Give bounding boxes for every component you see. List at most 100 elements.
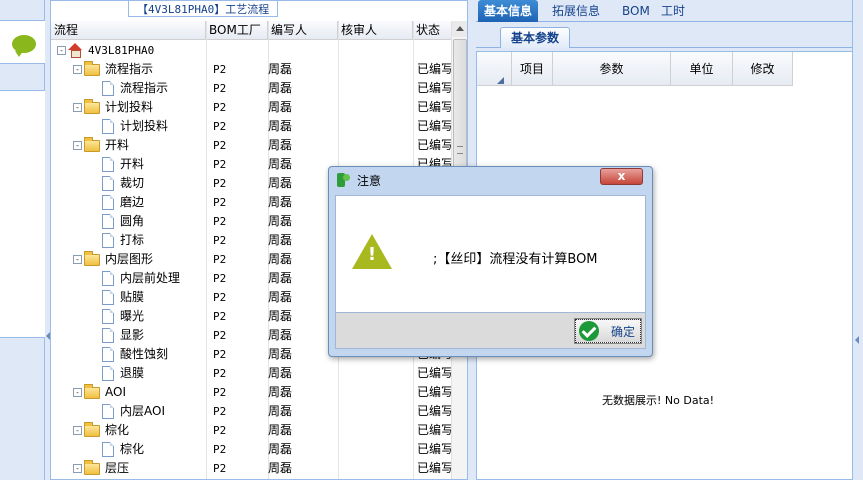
tree-row[interactable]: 计划投料 P2 周磊 已编写: [51, 117, 451, 136]
status-cell: 已编写: [417, 366, 451, 380]
tree-node[interactable]: - 内层图形: [73, 250, 153, 269]
collapse-toggle-icon[interactable]: -: [73, 255, 82, 264]
bom-cell: P2: [213, 215, 227, 228]
tree-row[interactable]: - AOI P2 周磊 已编写: [51, 383, 451, 402]
tree-row[interactable]: - 计划投料 P2 周磊 已编写: [51, 98, 451, 117]
tree-node[interactable]: 打标: [89, 231, 144, 250]
ok-button[interactable]: 确定: [574, 318, 642, 344]
collapse-toggle-icon[interactable]: -: [73, 65, 82, 74]
tab-basic-info[interactable]: 基本信息: [478, 0, 539, 22]
tree-node[interactable]: - 4V3L81PHA0: [57, 41, 154, 60]
dialog-titlebar[interactable]: 注意 x: [329, 167, 652, 193]
reviewer-cell: [338, 364, 413, 383]
tree-node[interactable]: - 棕化: [73, 421, 129, 440]
tree-row[interactable]: - 棕化 P2 周磊 已编写: [51, 421, 451, 440]
tree-node[interactable]: 退膜: [89, 364, 144, 383]
collapse-toggle-icon[interactable]: -: [73, 388, 82, 397]
tree-node[interactable]: 棕化: [89, 440, 144, 459]
tree-node[interactable]: 内层AOI: [89, 402, 165, 421]
param-col-item[interactable]: 项目: [512, 52, 553, 86]
tree-node[interactable]: 内层前处理: [89, 269, 180, 288]
tree-node[interactable]: 显影: [89, 326, 144, 345]
writer-cell: [268, 41, 338, 60]
column-header-bom[interactable]: BOM工厂: [206, 21, 268, 40]
collapse-toggle-icon[interactable]: -: [73, 103, 82, 112]
bom-cell: P2: [213, 196, 227, 209]
tree-node[interactable]: 磨边: [89, 193, 144, 212]
tree-node[interactable]: 圆角: [89, 212, 144, 231]
collapse-toggle-icon[interactable]: -: [73, 464, 82, 473]
reviewer-cell: [338, 117, 413, 136]
tree-row[interactable]: - 流程指示 P2 周磊 已编写: [51, 60, 451, 79]
tree-row[interactable]: 内层AOI P2 周磊 已编写: [51, 402, 451, 421]
writer-cell: 周磊: [268, 404, 293, 418]
tree-node[interactable]: 开料: [89, 155, 144, 174]
column-header-status[interactable]: 状态: [413, 21, 451, 40]
reviewer-cell: [338, 136, 413, 155]
bom-cell: P2: [213, 329, 227, 342]
scroll-up-icon[interactable]: [452, 21, 467, 37]
tab-extended-info[interactable]: 拓展信息: [546, 0, 606, 22]
tree-node[interactable]: 曝光: [89, 307, 144, 326]
document-icon: [102, 81, 114, 96]
collapse-toggle-icon[interactable]: -: [73, 426, 82, 435]
reviewer-cell: [338, 440, 413, 459]
tree-row[interactable]: - 开料 P2 周磊 已编写: [51, 136, 451, 155]
tree-node[interactable]: - AOI: [73, 383, 126, 402]
status-cell: 已编写: [417, 62, 451, 76]
bom-cell: P2: [213, 101, 227, 114]
tree-node[interactable]: 流程指示: [89, 79, 168, 98]
tree-node-label: 开料: [105, 138, 130, 152]
tree-node[interactable]: 酸性蚀刻: [89, 345, 168, 364]
collapse-far-right-icon[interactable]: [855, 336, 859, 344]
left-strip-area: [0, 90, 45, 338]
tree-node[interactable]: 计划投料: [89, 117, 168, 136]
tab-work-hours[interactable]: 工时: [655, 0, 691, 22]
close-button[interactable]: x: [600, 168, 643, 185]
tree-row[interactable]: - 4V3L81PHA0: [51, 41, 451, 60]
row-selector-header[interactable]: [477, 52, 512, 86]
tree-node-label: 开料: [120, 157, 145, 171]
param-col-modify[interactable]: 修改: [733, 52, 793, 86]
subtab-basic-params[interactable]: 基本参数: [500, 27, 571, 48]
folder-icon: [84, 459, 100, 475]
document-icon: [102, 176, 114, 191]
tree-node-label: 显影: [120, 328, 145, 342]
tree-node[interactable]: - 层压: [73, 459, 129, 478]
reviewer-cell: [338, 383, 413, 402]
tree-header: 流程 BOM工厂 编写人 核审人 状态: [51, 21, 451, 40]
param-col-param[interactable]: 参数: [553, 52, 671, 86]
tree-node-label: 酸性蚀刻: [120, 347, 169, 361]
folder-icon: [84, 98, 100, 114]
ok-button-label: 确定: [611, 324, 636, 339]
writer-cell: 周磊: [268, 100, 293, 114]
tree-node[interactable]: - 计划投料: [73, 98, 153, 117]
tree-row[interactable]: 退膜 P2 周磊 已编写: [51, 364, 451, 383]
tab-bom[interactable]: BOM: [616, 0, 656, 22]
chat-box[interactable]: [0, 20, 45, 64]
tree-node[interactable]: 裁切: [89, 174, 144, 193]
dialog-message: ;【丝印】流程没有计算BOM: [433, 252, 598, 267]
no-data-message: 无数据展示! No Data!: [602, 394, 715, 407]
tree-node[interactable]: 贴膜: [89, 288, 144, 307]
tree-node-label: 层压: [105, 461, 130, 475]
column-header-reviewer[interactable]: 核审人: [338, 21, 413, 40]
bom-cell: P2: [213, 63, 227, 76]
param-col-unit[interactable]: 单位: [671, 52, 733, 86]
tree-row[interactable]: - 层压 P2 周磊 已编写: [51, 459, 451, 478]
folder-icon: [84, 136, 100, 152]
tree-row[interactable]: 棕化 P2 周磊 已编写: [51, 440, 451, 459]
bom-cell: P2: [213, 234, 227, 247]
tree-row[interactable]: 流程指示 P2 周磊 已编写: [51, 79, 451, 98]
column-header-writer[interactable]: 编写人: [268, 21, 338, 40]
collapse-toggle-icon[interactable]: -: [57, 46, 66, 55]
column-header-process[interactable]: 流程: [51, 21, 206, 40]
bom-cell: P2: [213, 310, 227, 323]
tree-node[interactable]: - 流程指示: [73, 60, 153, 79]
writer-cell: 周磊: [268, 62, 293, 76]
tree-node[interactable]: - 开料: [73, 136, 129, 155]
collapse-toggle-icon[interactable]: -: [73, 141, 82, 150]
status-cell: [417, 41, 451, 60]
bom-cell: P2: [213, 291, 227, 304]
speech-bubble-icon[interactable]: [12, 35, 36, 57]
